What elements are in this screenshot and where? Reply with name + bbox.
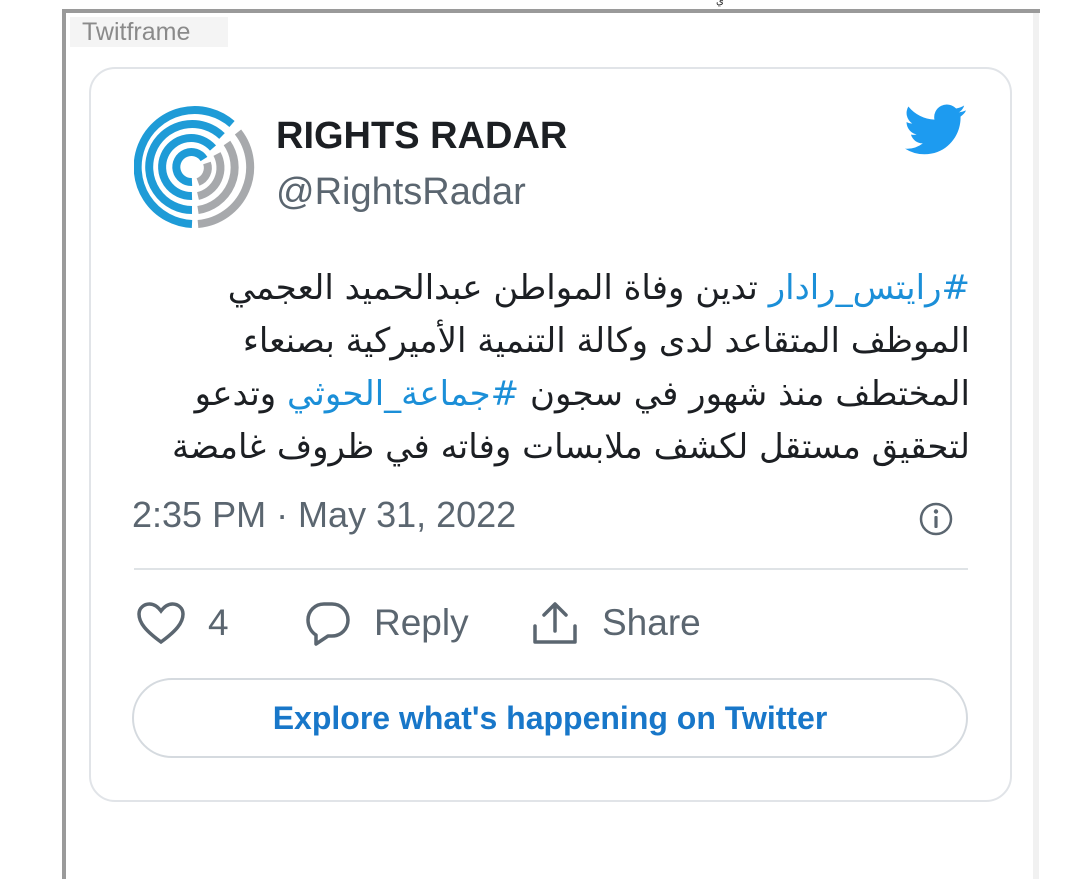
frame-border-right [1033,13,1039,879]
info-icon[interactable] [917,500,955,538]
reply-label: Reply [374,602,469,643]
like-button[interactable]: 4 [136,598,229,648]
frame-border-top [62,9,1040,13]
hashtag-houthi-group[interactable]: #جماعة_الحوثي [287,374,519,414]
twitter-bird-icon[interactable] [905,104,967,156]
top-mark: ي [716,0,724,7]
tweet-timestamp[interactable]: 2:35 PM · May 31, 2022 [132,493,516,537]
explore-twitter-button[interactable]: Explore what's happening on Twitter [132,678,968,758]
reply-button[interactable]: Reply [304,598,469,648]
author-handle[interactable]: @RightsRadar [276,170,526,214]
share-label: Share [602,602,701,643]
divider [134,568,968,570]
reply-bubble-icon [306,602,350,646]
frame-border-left [62,9,66,879]
twitframe-label: Twitframe [70,17,228,47]
tweet-text: #رايتس_رادار تدين وفاة المواطن عبدالحميد… [134,262,970,474]
share-button[interactable]: Share [530,598,701,648]
author-name[interactable]: RIGHTS RADAR [276,114,567,158]
heart-icon [137,602,185,645]
hashtag-rights-radar[interactable]: #رايتس_رادار [769,268,970,308]
rights-radar-logo[interactable] [134,106,256,228]
share-icon [533,602,577,644]
like-count: 4 [208,602,229,643]
